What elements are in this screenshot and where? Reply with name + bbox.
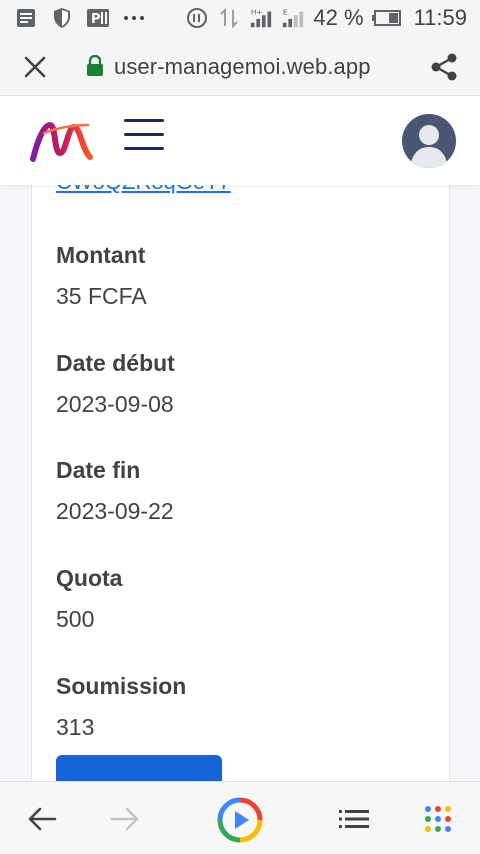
action-button[interactable] [56, 755, 222, 781]
field-label: Date début [56, 350, 175, 376]
data-transfer-icon [217, 7, 241, 29]
svg-text:H+: H+ [251, 7, 263, 16]
field-label: Montant [56, 242, 146, 268]
shield-icon [50, 7, 74, 29]
main-content: CW8QZR8qGeT7 Montant 35 FCFA Date début … [0, 185, 480, 781]
signal-icon-1: H+ [249, 7, 273, 29]
field-value: 2023-09-08 [56, 391, 174, 417]
hamburger-icon[interactable] [124, 119, 164, 153]
status-bar: P H+ E 42 % 11:59 [0, 0, 480, 38]
forward-icon[interactable] [105, 800, 145, 838]
data-saver-icon [185, 7, 209, 29]
field-value: 313 [56, 714, 95, 740]
parking-icon: P [86, 7, 110, 29]
svg-text:P: P [91, 12, 101, 27]
close-icon[interactable] [20, 52, 50, 82]
app-header [0, 97, 480, 185]
back-icon[interactable] [22, 800, 62, 838]
user-avatar[interactable] [402, 114, 456, 168]
svg-text:E: E [283, 7, 288, 16]
field-value: 2023-09-22 [56, 498, 174, 524]
field-date-debut: Date début 2023-09-08 [56, 350, 175, 418]
status-left-icons: P [14, 7, 146, 29]
play-icon[interactable] [216, 796, 264, 844]
field-quota: Quota 500 [56, 565, 122, 633]
browser-bottom-nav [0, 781, 480, 854]
field-value: 500 [56, 606, 95, 632]
more-dots-icon [122, 7, 146, 29]
share-icon[interactable] [428, 51, 460, 83]
clock: 11:59 [413, 5, 467, 30]
battery-percent: 42 % [313, 5, 364, 30]
news-icon [14, 7, 38, 29]
url-text[interactable]: user-managemoi.web.app [114, 54, 371, 80]
field-montant: Montant 35 FCFA [56, 242, 147, 310]
detail-card: CW8QZR8qGeT7 Montant 35 FCFA Date début … [31, 185, 450, 781]
tabs-list-icon[interactable] [334, 800, 374, 838]
browser-url-bar: user-managemoi.web.app [0, 38, 480, 96]
status-right-icons: H+ E 42 % 11:59 [185, 5, 467, 31]
reference-link[interactable]: CW8QZR8qGeT7 [56, 185, 231, 195]
field-label: Date fin [56, 457, 141, 483]
field-soumission: Soumission 313 [56, 673, 186, 741]
signal-icon-2: E [281, 7, 305, 29]
apps-grid-icon[interactable] [418, 800, 458, 838]
field-label: Quota [56, 565, 123, 591]
battery-icon [371, 7, 402, 29]
lock-icon [86, 54, 104, 77]
field-date-fin: Date fin 2023-09-22 [56, 457, 174, 525]
field-label: Soumission [56, 673, 187, 699]
field-value: 35 FCFA [56, 283, 147, 309]
app-logo[interactable] [30, 119, 94, 163]
